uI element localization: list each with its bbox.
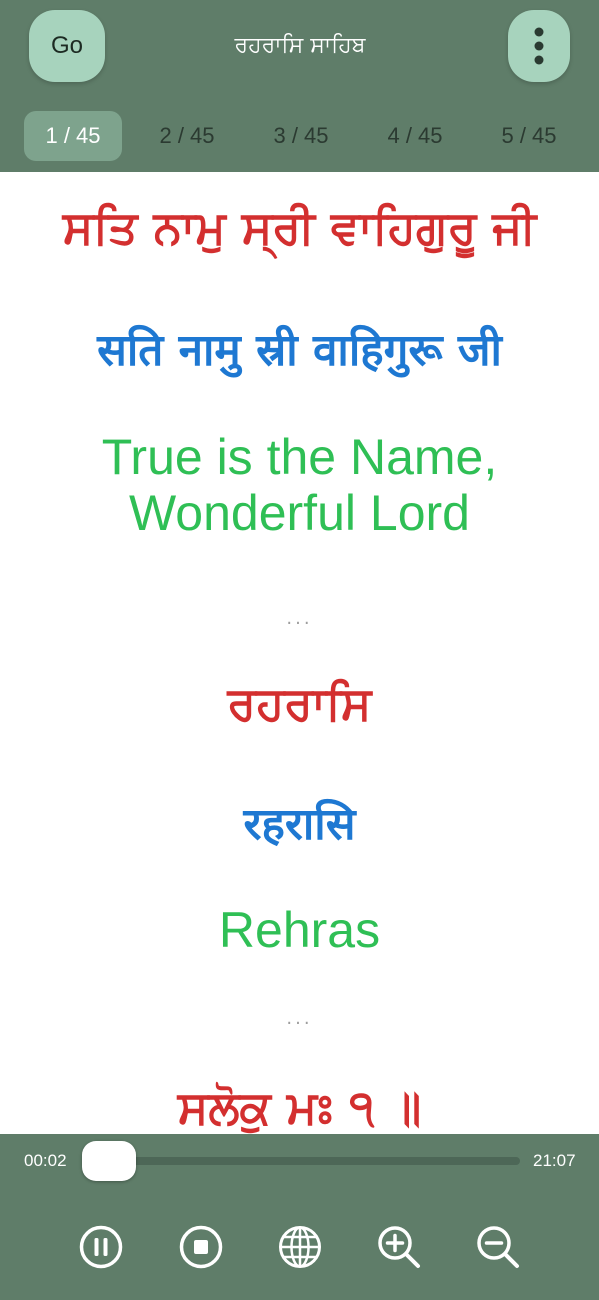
tab-page-5[interactable]: 5 / 45 xyxy=(480,111,578,161)
app-screen: Go ਰਹਰਾਸਿ ਸਾਹਿਬ 1 / 45 2 / 45 3 / 45 4 /… xyxy=(0,0,599,1300)
verse-hindi: रहरासि xyxy=(243,799,356,850)
zoom-in-icon xyxy=(378,1226,420,1268)
zoom-out-button[interactable] xyxy=(475,1224,521,1270)
verse-gurmukhi: ਸਲੋਕੁ ਮਃ ੧ ॥ xyxy=(177,1080,422,1134)
go-button[interactable]: Go xyxy=(29,10,105,82)
page-title: ਰਹਰਾਸਿ ਸਾਹਿਬ xyxy=(234,33,366,58)
more-vertical-icon xyxy=(534,27,544,65)
tab-page-4[interactable]: 4 / 45 xyxy=(366,111,464,161)
verse-separator: ... xyxy=(286,608,313,629)
verse-english: Rehras xyxy=(218,902,381,958)
zoom-out-icon xyxy=(477,1226,519,1268)
elapsed-time: 00:02 xyxy=(24,1151,67,1170)
top-bar: Go ਰਹਰਾਸਿ ਸਾਹਿਬ 1 / 45 2 / 45 3 / 45 4 /… xyxy=(0,0,599,172)
verse-english-line-2: Wonderful Lord xyxy=(129,485,470,541)
pause-button[interactable] xyxy=(78,1224,124,1270)
audio-player: 00:02 21:07 xyxy=(0,1134,599,1300)
verse-gurmukhi: ਰਹਰਾਸਿ xyxy=(227,676,372,730)
seek-thumb[interactable] xyxy=(82,1141,136,1181)
zoom-in-button[interactable] xyxy=(376,1224,422,1270)
verse-hindi: सति नामु स्री वाहिगुरू जी xyxy=(97,325,502,376)
verse-english: True is the Name, Wonderful Lord xyxy=(0,429,599,541)
verse-gurmukhi: ਸਤਿ ਨਾਮੁ ਸ੍ਰੀ ਵਾਹਿਗੁਰੂ ਜੀ xyxy=(62,200,537,254)
verse-content[interactable]: ਸਤਿ ਨਾਮੁ ਸ੍ਰੀ ਵਾਹਿਗੁਰੂ ਜੀ सति नामु स्री … xyxy=(0,172,599,1134)
total-duration: 21:07 xyxy=(533,1151,576,1170)
tab-page-1[interactable]: 1 / 45 xyxy=(24,111,122,161)
pause-icon xyxy=(79,1225,123,1269)
tab-page-2[interactable]: 2 / 45 xyxy=(138,111,236,161)
page-tabs: 1 / 45 2 / 45 3 / 45 4 / 45 5 / 45 xyxy=(0,110,599,162)
seek-track[interactable] xyxy=(88,1157,520,1165)
verse-separator: ... xyxy=(286,1008,313,1029)
stop-button[interactable] xyxy=(178,1224,224,1270)
globe-icon xyxy=(279,1226,321,1268)
stop-icon xyxy=(179,1225,223,1269)
tab-page-3[interactable]: 3 / 45 xyxy=(252,111,350,161)
language-button[interactable] xyxy=(277,1224,323,1270)
menu-button[interactable] xyxy=(508,10,570,82)
verse-english-line-1: True is the Name, xyxy=(101,429,498,485)
